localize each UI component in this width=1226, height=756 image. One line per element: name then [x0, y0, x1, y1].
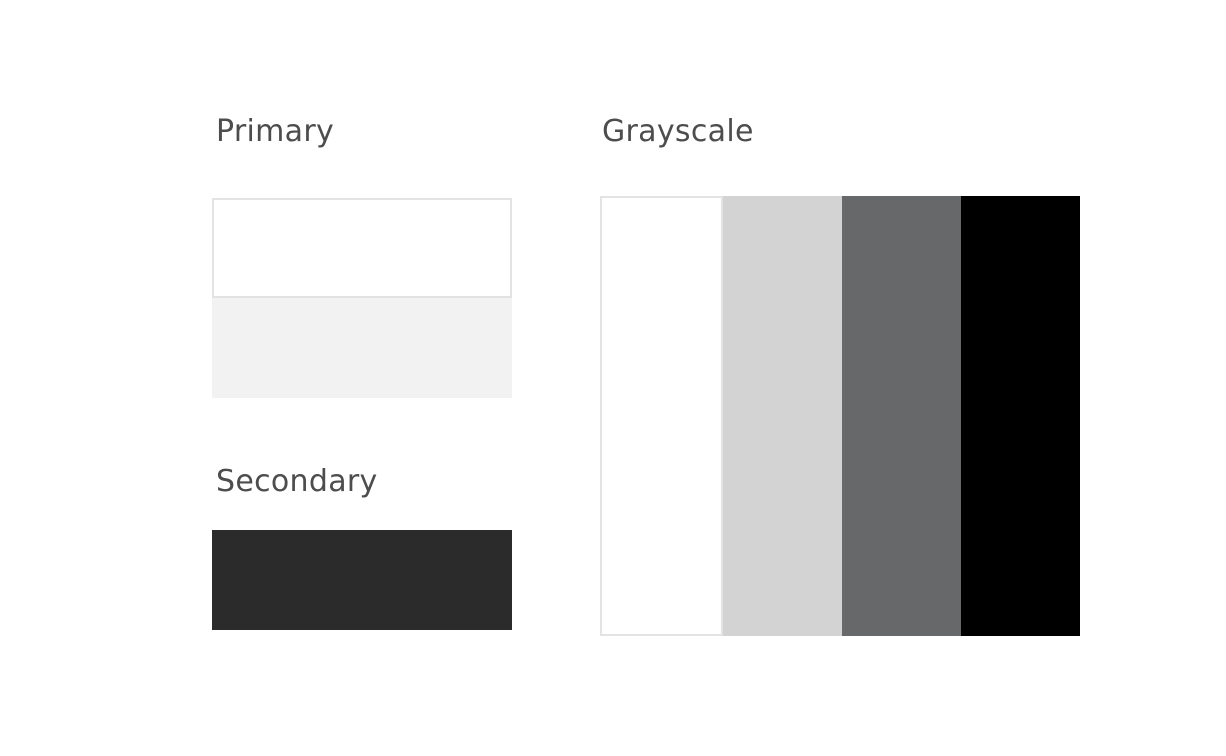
grayscale-swatch-black	[961, 196, 1080, 636]
grayscale-heading: Grayscale	[602, 114, 754, 149]
primary-swatch-white	[212, 198, 512, 298]
primary-heading: Primary	[216, 114, 335, 149]
grayscale-swatch-dark-gray	[842, 196, 961, 636]
secondary-heading: Secondary	[216, 464, 378, 499]
grayscale-palette	[600, 196, 1080, 636]
secondary-swatch-dark	[212, 530, 512, 630]
grayscale-swatch-white	[600, 196, 723, 636]
primary-swatch-light-gray	[212, 298, 512, 398]
grayscale-swatch-light-gray	[723, 196, 842, 636]
